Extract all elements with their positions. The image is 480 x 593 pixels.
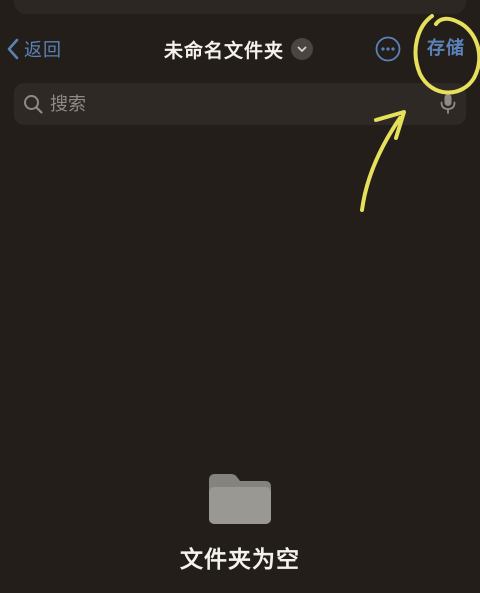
folder-title-menu[interactable]: 未命名文件夹: [164, 34, 314, 64]
folder-icon: [207, 472, 273, 526]
back-label: 返回: [24, 40, 62, 61]
save-button[interactable]: 存储: [427, 36, 465, 62]
microphone-icon[interactable]: [438, 92, 458, 116]
chevron-left-icon: [6, 37, 20, 61]
page-title: 未命名文件夹: [164, 39, 285, 62]
ellipsis-circle-icon: [375, 36, 401, 66]
search-icon: [22, 93, 44, 115]
navigation-bar: 返回 未命名文件夹 存储: [0, 0, 480, 84]
back-button[interactable]: 返回: [6, 34, 62, 64]
empty-folder-message: 文件夹为空: [180, 547, 300, 573]
more-options-button[interactable]: [375, 36, 401, 62]
search-bar: [14, 83, 466, 125]
search-input[interactable]: [50, 89, 430, 119]
annotation-arrow-shaft: [360, 116, 402, 212]
chevron-down-icon: [291, 38, 314, 60]
